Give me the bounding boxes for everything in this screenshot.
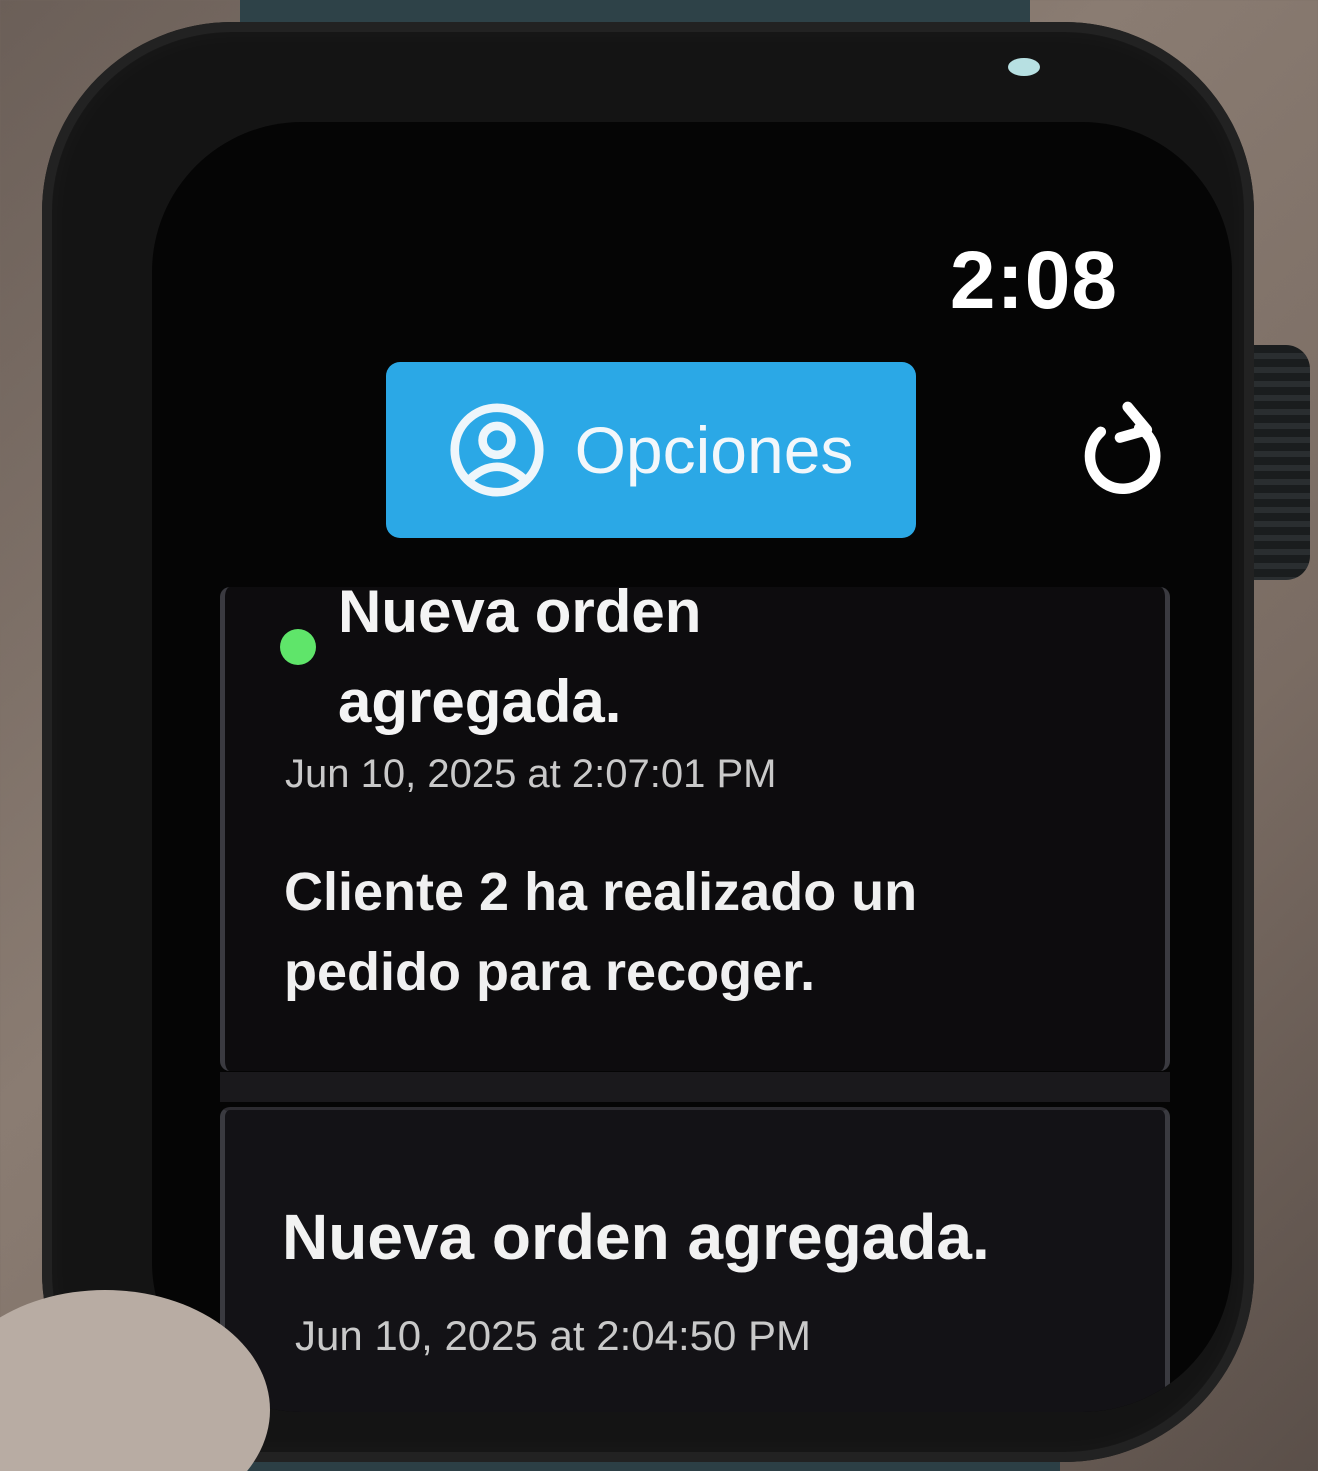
notification-body: Cliente 2 ha realizado un pedido para re…	[284, 862, 918, 1002]
notification-title: Nueva orden agregada.	[282, 1201, 990, 1273]
refresh-icon[interactable]	[1072, 397, 1168, 507]
card-divider	[220, 1072, 1170, 1102]
person-circle-icon	[450, 403, 544, 497]
notification-date: Jun 10, 2025 at 2:07:01 PM	[285, 752, 777, 796]
options-button-label: Opciones	[574, 413, 854, 487]
watch-screen: 2:08 Opciones Nueva orden agregada. Jun …	[152, 122, 1232, 1412]
notification-title: Nueva orden agregada.	[338, 578, 702, 735]
unread-indicator	[280, 629, 316, 665]
case-light-reflection	[1008, 58, 1040, 76]
watch-case: 2:08 Opciones Nueva orden agregada. Jun …	[42, 22, 1254, 1462]
status-time: 2:08	[949, 235, 1118, 326]
notification-date: Jun 10, 2025 at 2:04:50 PM	[295, 1312, 812, 1359]
options-button[interactable]: Opciones	[386, 362, 916, 538]
